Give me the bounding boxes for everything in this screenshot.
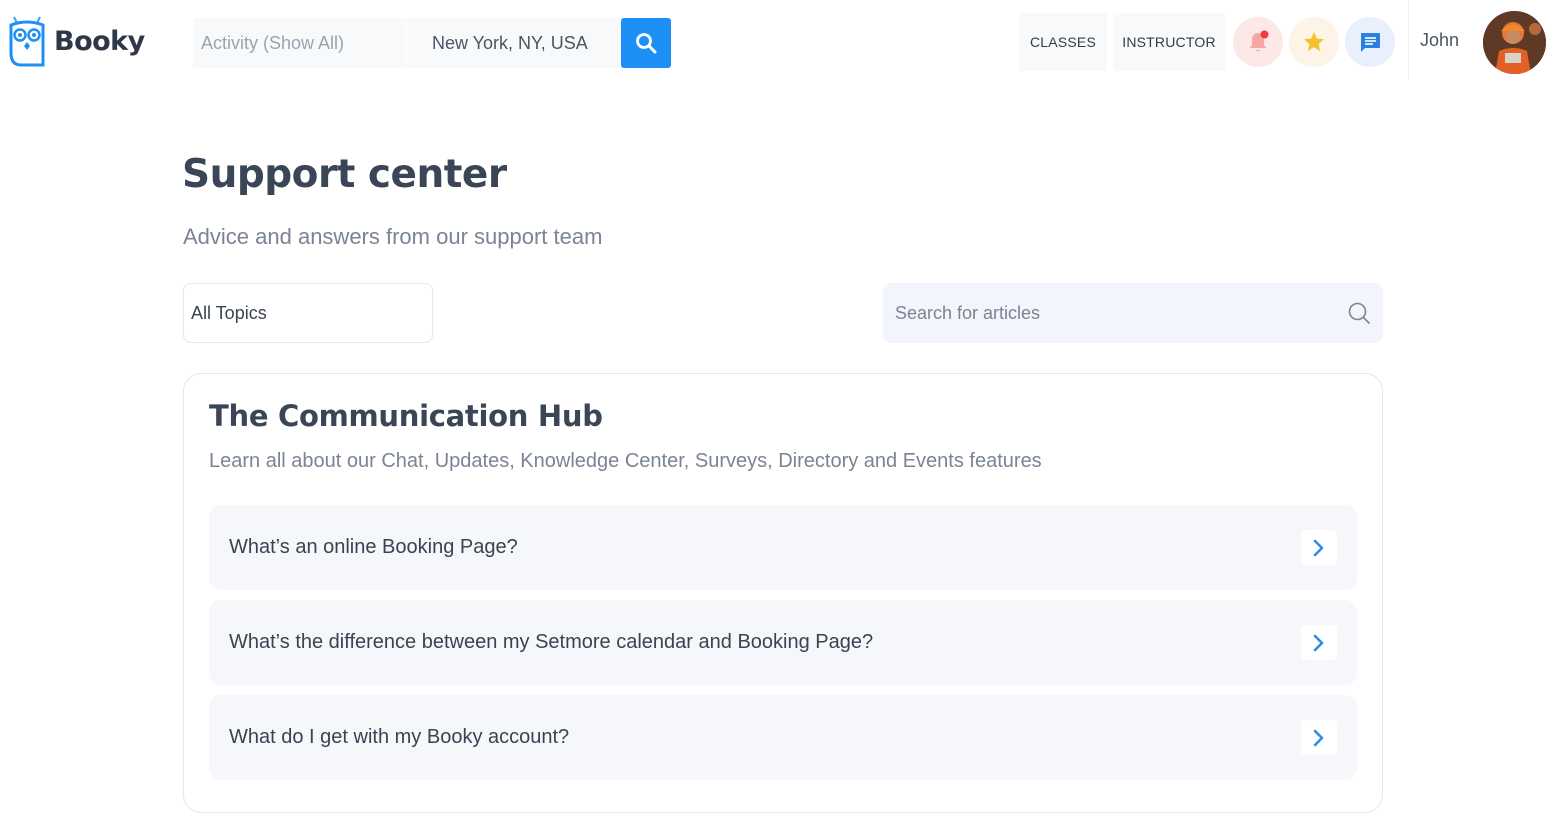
nav-classes-button[interactable]: CLASSES (1019, 13, 1107, 71)
page-subtitle: Advice and answers from our support team (183, 224, 603, 249)
nav-instructor-button[interactable]: INSTRUCTOR (1113, 13, 1225, 71)
chevron-right-icon (1313, 729, 1324, 746)
header-divider (1408, 0, 1409, 80)
search-icon[interactable] (1347, 301, 1371, 325)
header-search: Activity (Show All) New York, NY, USA (193, 18, 671, 68)
chevron-right-icon (1313, 634, 1324, 651)
bell-icon (1249, 30, 1269, 52)
article-search-input[interactable] (895, 302, 1347, 324)
faq-open-button[interactable] (1301, 625, 1337, 660)
search-button[interactable] (621, 18, 671, 68)
notifications-button[interactable] (1233, 17, 1283, 67)
page-title: Support center (182, 152, 507, 197)
favorites-button[interactable] (1289, 17, 1339, 67)
topics-select[interactable]: All Topics (183, 283, 433, 343)
faq-section-card: The Communication Hub Learn all about ou… (183, 373, 1383, 813)
section-title: The Communication Hub (209, 399, 603, 433)
activity-input[interactable]: Activity (Show All) (193, 18, 406, 68)
faq-item[interactable]: What’s the difference between my Setmore… (209, 600, 1357, 685)
faq-list: What’s an online Booking Page? What’s th… (209, 505, 1357, 790)
top-header: Booky Activity (Show All) New York, NY, … (0, 0, 1557, 84)
chat-icon (1361, 33, 1380, 52)
search-icon (636, 33, 657, 54)
chevron-right-icon (1313, 539, 1324, 556)
faq-item[interactable]: What’s an online Booking Page? (209, 505, 1357, 590)
brand-logo[interactable]: Booky (8, 15, 145, 67)
user-avatar[interactable] (1483, 11, 1546, 74)
section-description: Learn all about our Chat, Updates, Knowl… (209, 450, 1042, 472)
star-icon (1304, 32, 1324, 51)
brand-name: Booky (54, 25, 145, 57)
location-input[interactable]: New York, NY, USA (407, 18, 620, 68)
messages-button[interactable] (1345, 17, 1395, 67)
faq-question: What’s an online Booking Page? (229, 536, 518, 558)
faq-open-button[interactable] (1301, 720, 1337, 755)
faq-question: What do I get with my Booky account? (229, 726, 570, 748)
article-search-box[interactable] (883, 283, 1383, 343)
user-name[interactable]: John (1420, 30, 1459, 51)
faq-open-button[interactable] (1301, 530, 1337, 565)
owl-logo-icon (9, 16, 45, 67)
avatar-photo (1483, 11, 1546, 74)
faq-item[interactable]: What do I get with my Booky account? (209, 695, 1357, 780)
faq-question: What’s the difference between my Setmore… (229, 631, 874, 653)
